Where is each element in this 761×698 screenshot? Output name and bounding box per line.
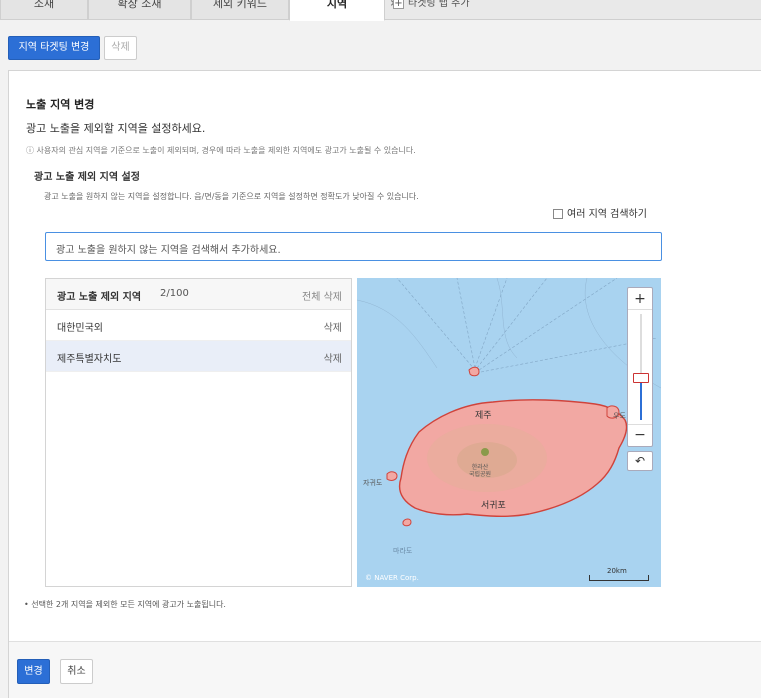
add-tab-button[interactable]: + 타겟팅 탭 추가 — [393, 0, 470, 17]
row-delete-button[interactable]: 삭제 — [324, 350, 342, 365]
chuja-islet — [468, 366, 480, 377]
exclusion-list-header: 광고 노출 제외 지역 2/100 전체 삭제 — [46, 279, 351, 310]
map-label-udo: 우도 — [613, 412, 626, 420]
plus-icon: + — [393, 0, 404, 9]
map-label-hallasan: 한라산 국립공원 — [469, 464, 492, 478]
list-item: 대한민국외 삭제 — [46, 310, 351, 341]
region-panel: 노출 지역 변경 광고 노출을 제외할 지역을 설정하세요. ⓘ 사용자의 관심… — [8, 70, 761, 698]
region-map[interactable]: 제주 한라산 국립공원 자귀도 서귀포 마라도 우도 + − ↶ © NAVER… — [357, 278, 661, 587]
tab-region[interactable]: 지역× — [289, 0, 398, 21]
footer-bar: 변경 취소 — [9, 641, 761, 698]
setting-title: 광고 노출 제외 지역 설정 — [34, 172, 140, 183]
section-title: 노출 지역 변경 — [26, 98, 95, 111]
map-canvas — [357, 278, 661, 527]
exclusion-count: 2/100 — [160, 288, 189, 299]
add-tab-label: 타겟팅 탭 추가 — [408, 0, 470, 9]
zoom-out-button[interactable]: − — [628, 424, 652, 446]
tab-extension[interactable]: 확장 소재 — [88, 0, 191, 20]
exclusion-list: 광고 노출 제외 지역 2/100 전체 삭제 대한민국외 삭제 제주특별자치도… — [45, 278, 352, 587]
zoom-in-button[interactable]: + — [628, 288, 652, 310]
map-label-jagwido: 자귀도 — [363, 479, 383, 487]
tab-label: 확장 소재 — [117, 0, 162, 10]
zoom-handle[interactable] — [633, 373, 649, 383]
checkbox-icon — [553, 209, 563, 219]
delete-button[interactable]: 삭제 — [104, 36, 137, 60]
tab-bar: 소재 확장 소재 제외 키워드 지역× + 타겟팅 탭 추가 — [0, 0, 761, 21]
tab-label: 소재 — [33, 0, 55, 10]
map-scale-label: 20km — [607, 567, 627, 575]
map-copyright: © NAVER Corp. — [365, 574, 419, 582]
section-subtitle: 광고 노출을 제외할 지역을 설정하세요. — [26, 122, 206, 135]
map-scale-bar — [589, 575, 649, 581]
region-name: 제주특별자치도 — [57, 354, 122, 365]
west-islet — [386, 471, 398, 481]
zoom-fill — [640, 378, 642, 420]
notice-text: ⓘ 사용자의 관심 지역을 기준으로 노출이 제외되며, 경우에 따라 노출을 … — [26, 146, 416, 155]
list-item: 제주특별자치도 삭제 — [46, 341, 351, 372]
map-label-marado: 마라도 — [393, 547, 413, 555]
gapado-islet — [402, 518, 412, 527]
multi-search-checkbox[interactable]: 여러 지역 검색하기 — [553, 205, 647, 220]
tab-label: 제외 키워드 — [212, 0, 268, 10]
map-label-seogwipo: 서귀포 — [481, 501, 506, 511]
sea-routes — [396, 278, 658, 373]
park-icon — [481, 448, 489, 456]
row-delete-button[interactable]: 삭제 — [324, 319, 342, 334]
zoom-control: + − — [627, 287, 653, 447]
summary-text: • 선택한 2개 지역을 제외한 모든 지역에 광고가 노출됩니다. — [24, 600, 226, 609]
zoom-slider[interactable] — [628, 310, 652, 424]
submit-button[interactable]: 변경 — [17, 659, 50, 684]
region-name: 대한민국외 — [57, 323, 103, 334]
tab-label: 지역 — [326, 0, 348, 10]
map-label-jeju: 제주 — [475, 411, 492, 421]
exclusion-list-title: 광고 노출 제외 지역 — [57, 292, 142, 303]
region-search-input[interactable]: 광고 노출을 원하지 않는 지역을 검색해서 추가하세요. — [45, 232, 662, 261]
cancel-button[interactable]: 취소 — [60, 659, 93, 684]
reset-map-button[interactable]: ↶ — [627, 451, 653, 471]
multi-search-label: 여러 지역 검색하기 — [567, 209, 647, 220]
change-targeting-button[interactable]: 지역 타겟팅 변경 — [8, 36, 100, 60]
tab-negative-keywords[interactable]: 제외 키워드 — [191, 0, 289, 20]
delete-all-button[interactable]: 전체 삭제 — [302, 288, 342, 303]
tab-creative[interactable]: 소재 — [0, 0, 88, 20]
setting-description: 광고 노출을 원하지 않는 지역을 설정합니다. 읍/면/동을 기준으로 지역을… — [44, 192, 419, 201]
marine-boundaries — [357, 278, 661, 389]
